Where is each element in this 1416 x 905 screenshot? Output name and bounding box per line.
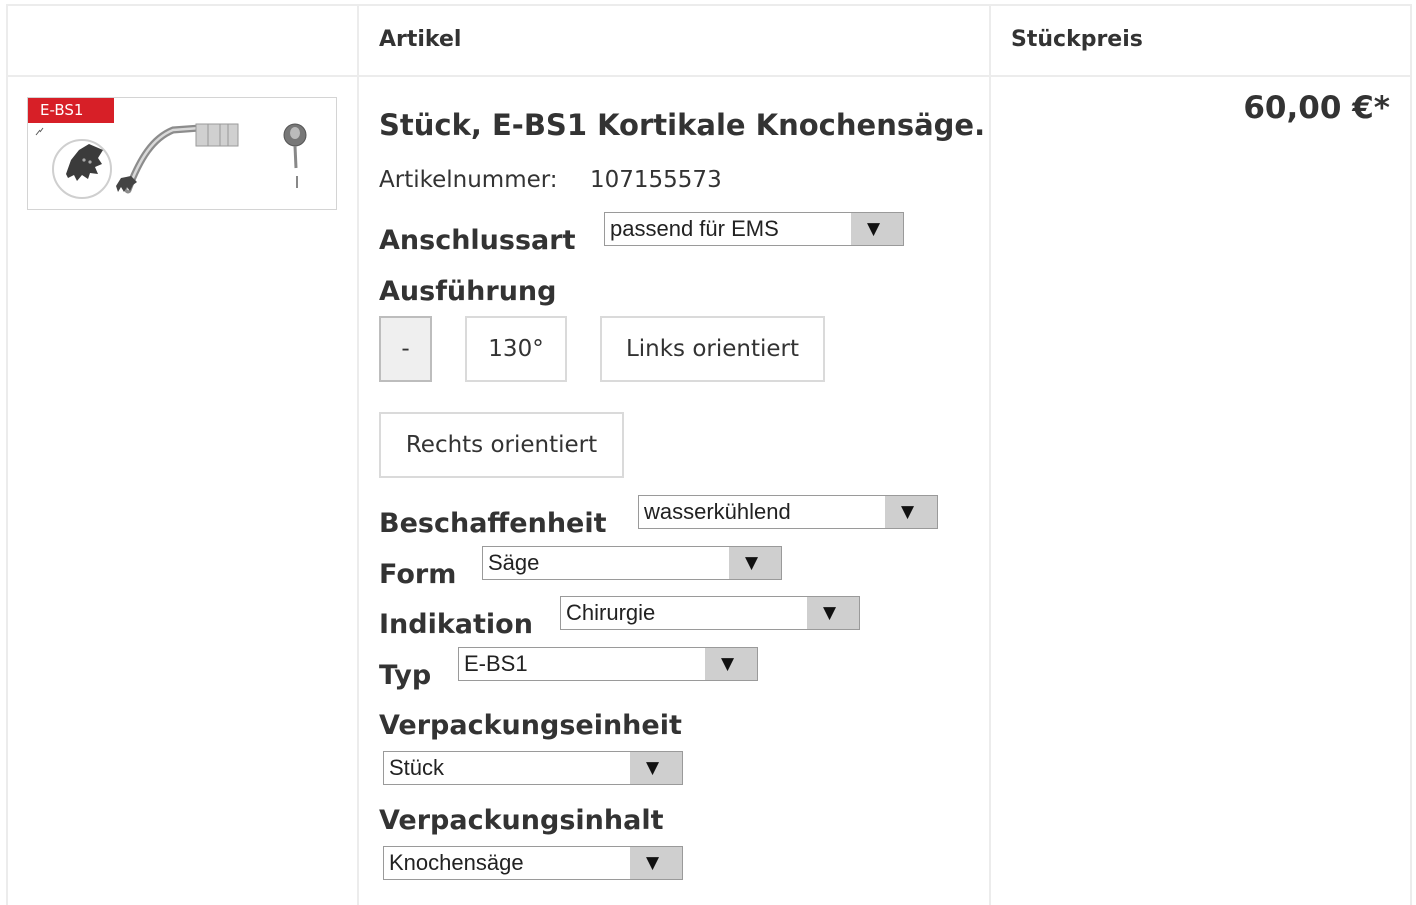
product-title[interactable]: Stück, E-BS1 Kortikale Knochensäge. [379,108,985,142]
anschlussart-value: passend für EMS [610,216,779,241]
dropdown-arrow: ▼ [885,496,937,528]
ausfuehrung-option-130[interactable]: 130° [465,316,567,382]
verpackungseinheit-value: Stück [389,755,445,780]
ausfuehrung-option-links[interactable]: Links orientiert [600,316,825,382]
artikelnummer-label: Artikelnummer: [379,167,558,193]
bone-saw-tip-image [35,123,307,199]
indikation-select[interactable]: Chirurgie ▼ [560,596,860,630]
anschlussart-label: Anschlussart [379,225,576,256]
typ-select[interactable]: E-BS1 ▼ [458,647,758,681]
verpackungseinheit-label: Verpackungseinheit [379,710,682,741]
dropdown-arrow: ▼ [851,213,903,245]
verpackungseinheit-select[interactable]: Stück ▼ [383,751,683,785]
artikelnummer-value: 107155573 [590,167,722,193]
triangle-down-icon: ▼ [867,219,881,239]
triangle-down-icon: ▼ [721,654,735,674]
triangle-down-icon: ▼ [901,502,915,522]
verpackungsinhalt-select[interactable]: Knochensäge ▼ [383,846,683,880]
verpackungsinhalt-value: Knochensäge [389,850,524,875]
indikation-value: Chirurgie [566,600,656,625]
beschaffenheit-select[interactable]: wasserkühlend ▼ [638,495,938,529]
triangle-down-icon: ▼ [646,853,660,873]
table-left-border [6,4,8,905]
ausfuehrung-option-dash[interactable]: - [379,316,432,382]
table-top-border [6,4,1412,6]
form-select[interactable]: Säge ▼ [482,546,782,580]
table-right-border [1410,4,1412,905]
typ-value: E-BS1 [464,651,528,676]
table-column-divider-1 [357,4,359,905]
dropdown-arrow: ▼ [630,752,682,784]
anschlussart-select[interactable]: passend für EMS ▼ [604,212,904,246]
form-value: Säge [488,550,540,575]
beschaffenheit-label: Beschaffenheit [379,508,607,539]
table-column-divider-2 [989,4,991,905]
indikation-label: Indikation [379,609,533,640]
dropdown-arrow: ▼ [807,597,859,629]
triangle-down-icon: ▼ [823,603,837,623]
dropdown-arrow: ▼ [705,648,757,680]
verpackungsinhalt-label: Verpackungsinhalt [379,805,664,836]
column-header-stueckpreis: Stückpreis [1011,27,1143,52]
triangle-down-icon: ▼ [745,553,759,573]
dropdown-arrow: ▼ [630,847,682,879]
dropdown-arrow: ▼ [729,547,781,579]
product-thumbnail[interactable]: E-BS1 [27,97,337,210]
ausfuehrung-option-rechts[interactable]: Rechts orientiert [379,412,624,478]
table-header-divider [6,75,1412,77]
triangle-down-icon: ▼ [646,758,660,778]
form-label: Form [379,559,457,590]
typ-label: Typ [379,660,432,691]
beschaffenheit-value: wasserkühlend [644,499,791,524]
ausfuehrung-label: Ausführung [379,276,557,307]
column-header-artikel: Artikel [379,27,462,52]
unit-price: 60,00 €* [1243,90,1390,126]
